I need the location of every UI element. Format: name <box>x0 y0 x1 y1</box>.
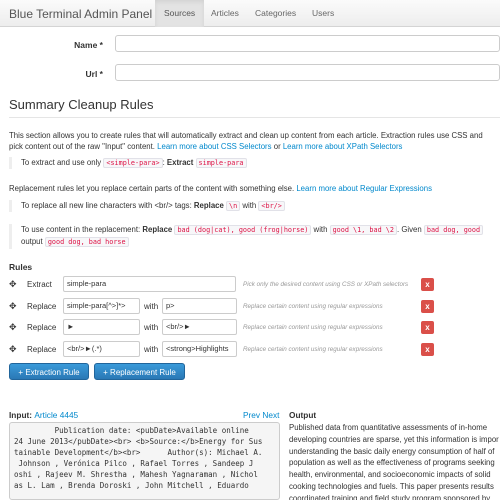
content-example-text: To use content in the replacement: <box>21 225 143 234</box>
brand-title[interactable]: Blue Terminal Admin Panel <box>9 7 152 21</box>
code-snippet: <simple-para> <box>103 158 163 168</box>
code-snippet: simple-para <box>195 158 247 168</box>
code-snippet: \n <box>226 201 241 211</box>
add-extraction-rule-button[interactable]: + Extraction Rule <box>9 363 89 380</box>
rules-heading: Rules <box>9 262 33 272</box>
tab-sources[interactable]: Sources <box>155 0 205 27</box>
name-label: Name * <box>74 40 103 50</box>
rule-row: ✥ Replace simple-para[^>]*> with p> Repl… <box>0 298 500 316</box>
replace-intro-text: Replacement rules let you replace certai… <box>9 184 297 193</box>
pager: Prev Next <box>243 410 279 420</box>
with-label: with <box>144 345 159 354</box>
given-text: . Given <box>396 225 424 234</box>
replace-keyword: Replace <box>142 225 173 234</box>
code-snippet: bad dog, good <box>423 225 484 235</box>
url-label: Url * <box>85 69 103 79</box>
replace-example-text: To replace all new line characters with … <box>21 201 194 210</box>
rule-pattern-input[interactable]: simple-para <box>63 276 236 292</box>
intro-line1: This section allows you to create rules … <box>9 131 483 140</box>
delete-rule-button[interactable]: x <box>421 278 434 291</box>
extract-example: To extract and use only <simple-para>: E… <box>9 157 500 169</box>
intro-or: or <box>271 142 283 151</box>
divider <box>9 117 500 118</box>
input-label: Input: <box>9 410 33 420</box>
extract-keyword: Extract <box>166 158 194 167</box>
with-text: with <box>311 225 330 234</box>
output-text-label: output <box>21 237 45 246</box>
rule-type: Replace <box>27 323 57 332</box>
rule-replacement-input[interactable]: <br/>► <box>162 319 237 335</box>
intro-line2: pick content out of the raw "Input" cont… <box>9 141 402 152</box>
with-text: with <box>240 201 259 210</box>
tab-categories[interactable]: Categories <box>246 0 305 27</box>
delete-rule-button[interactable]: x <box>421 300 434 313</box>
tab-articles[interactable]: Articles <box>202 0 248 27</box>
rule-pattern-input[interactable]: <br/>►(.*) <box>63 341 140 357</box>
output-section-label: Output <box>289 410 317 420</box>
rule-help: Replace certain content using regular ex… <box>243 303 383 310</box>
rule-row: ✥ Extract simple-para Pick only the desi… <box>0 276 500 294</box>
with-label: with <box>144 302 159 311</box>
summary-title: Summary Cleanup Rules <box>9 97 154 112</box>
rule-replacement-input[interactable]: <strong>Highlights <box>162 341 237 357</box>
intro-text: pick content out of the raw "Input" cont… <box>9 142 158 151</box>
article-link[interactable]: Article 4445 <box>34 410 78 420</box>
output-content: Published data from quantitative assessm… <box>289 423 499 500</box>
xpath-selectors-link[interactable]: Learn more about XPath Selectors <box>283 142 403 151</box>
rule-pattern-input[interactable]: ► <box>63 319 140 335</box>
code-snippet: bad (dog|cat), good (frog|horse) <box>174 225 312 235</box>
prev-link[interactable]: Prev <box>243 410 260 420</box>
code-snippet: <br/> <box>258 201 285 211</box>
delete-rule-button[interactable]: x <box>421 343 434 356</box>
tab-users[interactable]: Users <box>303 0 343 27</box>
replace-keyword: Replace <box>193 201 224 210</box>
move-icon[interactable]: ✥ <box>9 344 17 355</box>
name-input[interactable] <box>115 35 500 52</box>
code-snippet: good \1, bad \2 <box>329 225 397 235</box>
move-icon[interactable]: ✥ <box>9 301 17 312</box>
content-example: To use content in the replacement: Repla… <box>9 224 500 249</box>
rule-type: Replace <box>27 345 57 354</box>
move-icon[interactable]: ✥ <box>9 322 17 333</box>
rule-pattern-input[interactable]: simple-para[^>]*> <box>63 298 140 314</box>
rule-row: ✥ Replace ► with <br/>► Replace certain … <box>0 319 500 337</box>
rule-help: Replace certain content using regular ex… <box>243 346 383 353</box>
replace-example: To replace all new line characters with … <box>9 200 500 212</box>
top-navbar: Blue Terminal Admin Panel Sources Articl… <box>0 0 500 27</box>
replace-intro: Replacement rules let you replace certai… <box>9 183 432 194</box>
input-content[interactable]: Publication date: <pubDate>Available onl… <box>9 422 280 500</box>
delete-rule-button[interactable]: x <box>421 321 434 334</box>
move-icon[interactable]: ✥ <box>9 279 17 290</box>
add-replacement-rule-button[interactable]: + Replacement Rule <box>94 363 185 380</box>
rule-type: Extract <box>27 280 52 289</box>
rule-row: ✥ Replace <br/>►(.*) with <strong>Highli… <box>0 341 500 359</box>
rule-type: Replace <box>27 302 57 311</box>
code-snippet: good dog, bad horse <box>44 237 129 247</box>
rule-help: Replace certain content using regular ex… <box>243 324 383 331</box>
css-selectors-link[interactable]: Learn more about CSS Selectors <box>157 142 271 151</box>
with-label: with <box>144 323 159 332</box>
input-section-label: Input: Article 4445 <box>9 410 78 420</box>
regex-link[interactable]: Learn more about Regular Expressions <box>296 184 432 193</box>
rule-help: Pick only the desired content using CSS … <box>243 281 409 288</box>
rule-replacement-input[interactable]: p> <box>162 298 237 314</box>
url-input[interactable] <box>115 64 500 81</box>
extract-example-text: To extract and use only <box>21 158 104 167</box>
next-link[interactable]: Next <box>262 410 279 420</box>
